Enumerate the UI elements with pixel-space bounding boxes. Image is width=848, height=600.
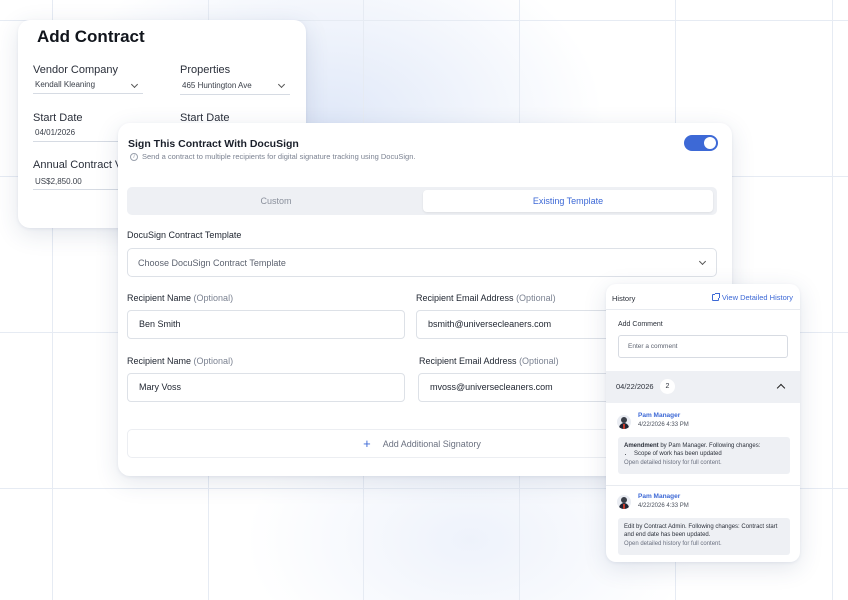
annual-contract-value-label: Annual Contract V: [33, 159, 123, 171]
view-detailed-history-label: View Detailed History: [721, 293, 793, 302]
docusign-subtitle: i Send a contract to multiple recipients…: [130, 152, 415, 161]
history-date-group[interactable]: 04/22/2026 2: [606, 371, 800, 403]
tab-custom[interactable]: Custom: [130, 190, 422, 212]
history-panel: History View Detailed History Add Commen…: [606, 284, 800, 562]
recipient-name-input-2[interactable]: Mary Voss: [127, 373, 405, 402]
avatar: [617, 415, 631, 429]
docusign-toggle[interactable]: [684, 135, 718, 151]
recipient-name-label-2: Recipient Name (Optional): [127, 356, 234, 366]
chevron-down-icon: [698, 257, 707, 266]
comment-input[interactable]: Enter a comment: [618, 335, 788, 358]
recipient-name-label-1: Recipient Name (Optional): [127, 293, 234, 303]
template-select-placeholder: Choose DocuSign Contract Template: [138, 258, 286, 268]
history-entry-content-1: Amendment by Pam Manager. Following chan…: [618, 437, 790, 474]
avatar: [617, 495, 631, 509]
history-entry-time-2: 4/22/2026 4:33 PM: [638, 503, 689, 509]
add-comment-label: Add Comment: [618, 321, 663, 328]
history-entry-time-1: 4/22/2026 4:33 PM: [638, 422, 689, 428]
start-date-value[interactable]: 04/01/2026: [35, 128, 75, 137]
history-entry-author-2[interactable]: Pam Manager: [638, 493, 680, 500]
recipient-name-input-1[interactable]: Ben Smith: [127, 310, 405, 339]
recipient-email-label-2: Recipient Email Address (Optional): [419, 356, 559, 366]
properties-label: Properties: [180, 64, 231, 76]
template-label: DocuSign Contract Template: [127, 230, 242, 240]
start-date-label: Start Date: [33, 112, 83, 124]
recipient-email-label-1: Recipient Email Address (Optional): [416, 293, 556, 303]
annual-contract-value[interactable]: US$2,850.00: [35, 177, 82, 186]
plus-icon: +: [363, 436, 371, 451]
vendor-company-value[interactable]: Kendall Kleaning: [35, 80, 95, 89]
vendor-chevron-down-icon[interactable]: [130, 80, 139, 89]
history-title: History: [612, 294, 636, 303]
docusign-title: Sign This Contract With DocuSign: [128, 138, 299, 150]
vendor-company-label: Vendor Company: [33, 64, 118, 76]
view-detailed-history-link[interactable]: View Detailed History: [711, 293, 793, 302]
tab-existing-template[interactable]: Existing Template: [423, 190, 713, 212]
history-date: 04/22/2026: [616, 382, 654, 391]
add-signatory-label: Add Additional Signatory: [382, 439, 481, 449]
recipient-email-input-2[interactable]: mvoss@universecleaners.com: [418, 373, 616, 402]
info-icon: i: [130, 152, 138, 161]
external-link-icon: [711, 293, 720, 301]
template-mode-tabs: Custom Existing Template: [127, 187, 717, 215]
history-entry-content-2: Edit by Contract Admin. Following change…: [618, 518, 790, 555]
history-entry-author-1[interactable]: Pam Manager: [638, 412, 680, 419]
docusign-subtitle-text: Send a contract to multiple recipients f…: [142, 152, 416, 161]
properties-value[interactable]: 465 Huntington Ave: [182, 81, 252, 90]
properties-chevron-down-icon[interactable]: [277, 80, 286, 89]
template-select[interactable]: Choose DocuSign Contract Template: [127, 248, 717, 277]
history-count-badge: 2: [660, 379, 675, 394]
chevron-up-icon[interactable]: [776, 383, 786, 393]
recipient-email-input-1[interactable]: bsmith@universecleaners.com: [416, 310, 616, 339]
toggle-knob: [704, 137, 716, 149]
add-contract-title: Add Contract: [37, 27, 145, 46]
